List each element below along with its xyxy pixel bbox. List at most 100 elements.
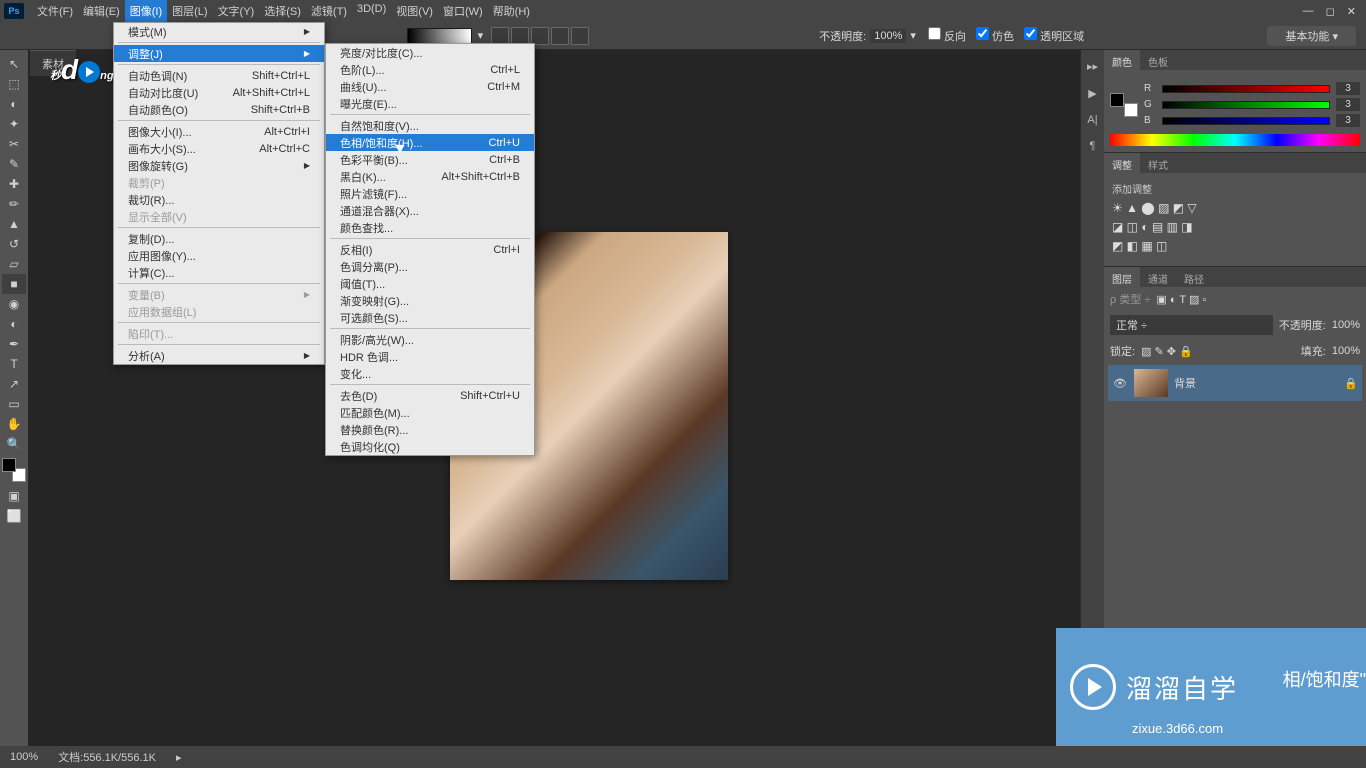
menu-item[interactable]: 渐变映射(G)... xyxy=(326,292,534,309)
visibility-icon[interactable]: 👁 xyxy=(1112,377,1128,390)
menu-item[interactable]: 反相(I)Ctrl+I xyxy=(326,241,534,258)
blue-value[interactable]: 3 xyxy=(1336,114,1360,127)
tab-adjustments[interactable]: 调整 xyxy=(1104,153,1140,173)
reverse-checkbox[interactable]: 反向 xyxy=(928,27,966,44)
green-slider[interactable] xyxy=(1162,101,1330,109)
menu-item[interactable]: 变化... xyxy=(326,365,534,382)
brush-tool[interactable]: ✏ xyxy=(2,194,26,214)
chevron-icon[interactable]: ▸ xyxy=(176,751,182,764)
char-icon[interactable]: A| xyxy=(1087,114,1097,126)
menu-item[interactable]: 替换颜色(R)... xyxy=(326,421,534,438)
history-brush-tool[interactable]: ↺ xyxy=(2,234,26,254)
menu-0[interactable]: 文件(F) xyxy=(32,0,78,22)
menu-1[interactable]: 编辑(E) xyxy=(78,0,125,22)
menu-item[interactable]: 颜色查找... xyxy=(326,219,534,236)
menu-item[interactable]: 阈值(T)... xyxy=(326,275,534,292)
type-tool[interactable]: T xyxy=(2,354,26,374)
menu-item[interactable]: 复制(D)... xyxy=(114,230,324,247)
menu-item[interactable]: 色阶(L)...Ctrl+L xyxy=(326,61,534,78)
zoom-tool[interactable]: 🔍 xyxy=(2,434,26,454)
stamp-tool[interactable]: ▲ xyxy=(2,214,26,234)
menu-item[interactable]: 自动色调(N)Shift+Ctrl+L xyxy=(114,67,324,84)
adjustment-icons-row1[interactable]: ☀ ▲ ⬤ ▨ ◩ ▽ xyxy=(1112,201,1358,215)
menu-item[interactable]: 照片滤镜(F)... xyxy=(326,185,534,202)
gradient-preview[interactable] xyxy=(407,28,472,44)
tab-swatches[interactable]: 色板 xyxy=(1140,50,1176,70)
menu-item[interactable]: 裁切(R)... xyxy=(114,191,324,208)
zoom-level[interactable]: 100% xyxy=(10,751,38,763)
green-value[interactable]: 3 xyxy=(1336,98,1360,111)
lock-icons[interactable]: ▨ ✎ ✥ 🔒 xyxy=(1141,345,1193,358)
menu-item[interactable]: 自动对比度(U)Alt+Shift+Ctrl+L xyxy=(114,84,324,101)
pen-tool[interactable]: ✒ xyxy=(2,334,26,354)
menu-7[interactable]: 3D(D) xyxy=(352,0,391,22)
para-icon[interactable]: ¶ xyxy=(1090,140,1096,152)
crop-tool[interactable]: ✂ xyxy=(2,134,26,154)
menu-8[interactable]: 视图(V) xyxy=(391,0,438,22)
menu-item[interactable]: 图像大小(I)...Alt+Ctrl+I xyxy=(114,123,324,140)
filter-icons[interactable]: ▣ ◐ T ▨ ▫ xyxy=(1156,293,1206,306)
menu-item[interactable]: 匹配颜色(M)... xyxy=(326,404,534,421)
menu-6[interactable]: 滤镜(T) xyxy=(306,0,352,22)
gradient-type-buttons[interactable] xyxy=(491,27,589,45)
blue-slider[interactable] xyxy=(1162,117,1330,125)
minimize-icon[interactable]: — xyxy=(1303,5,1314,18)
menu-item[interactable]: 画布大小(S)...Alt+Ctrl+C xyxy=(114,140,324,157)
move-tool[interactable]: ↖ xyxy=(2,54,26,74)
menu-2[interactable]: 图像(I) xyxy=(125,0,167,22)
menu-10[interactable]: 帮助(H) xyxy=(488,0,535,22)
tab-channels[interactable]: 通道 xyxy=(1140,267,1176,287)
menu-item[interactable]: 阴影/高光(W)... xyxy=(326,331,534,348)
marquee-tool[interactable]: ⬚ xyxy=(2,74,26,94)
dropdown-icon[interactable]: ▾ xyxy=(478,29,484,42)
menu-item[interactable]: 模式(M)▶ xyxy=(114,23,324,40)
menu-item[interactable]: 图像旋转(G)▶ xyxy=(114,157,324,174)
menu-5[interactable]: 选择(S) xyxy=(259,0,306,22)
menu-item[interactable]: 黑白(K)...Alt+Shift+Ctrl+B xyxy=(326,168,534,185)
menu-9[interactable]: 窗口(W) xyxy=(438,0,488,22)
maximize-icon[interactable]: ◻ xyxy=(1326,5,1335,18)
layer-row[interactable]: 👁 背景 🔒 xyxy=(1108,365,1362,401)
close-icon[interactable]: ✕ xyxy=(1347,5,1356,18)
menu-item[interactable]: 色彩平衡(B)...Ctrl+B xyxy=(326,151,534,168)
tab-layers[interactable]: 图层 xyxy=(1104,267,1140,287)
collapse-icon[interactable]: ▸▸ xyxy=(1087,60,1098,73)
layer-fill[interactable]: 100% xyxy=(1332,345,1360,357)
tab-paths[interactable]: 路径 xyxy=(1176,267,1212,287)
menu-item[interactable]: 去色(D)Shift+Ctrl+U xyxy=(326,387,534,404)
adjustment-icons-row3[interactable]: ◩ ◧ ▦ ◫ xyxy=(1112,239,1358,253)
path-tool[interactable]: ↗ xyxy=(2,374,26,394)
dodge-tool[interactable]: ◐ xyxy=(2,314,26,334)
menu-item[interactable]: 计算(C)... xyxy=(114,264,324,281)
menu-item[interactable]: HDR 色调... xyxy=(326,348,534,365)
menu-item[interactable]: 分析(A)▶ xyxy=(114,347,324,364)
hand-tool[interactable]: ✋ xyxy=(2,414,26,434)
menu-item[interactable]: 可选颜色(S)... xyxy=(326,309,534,326)
heal-tool[interactable]: ✚ xyxy=(2,174,26,194)
blur-tool[interactable]: ◉ xyxy=(2,294,26,314)
menu-item[interactable]: 曝光度(E)... xyxy=(326,95,534,112)
quickmask-tool[interactable]: ▣ xyxy=(2,486,26,506)
layer-opacity[interactable]: 100% xyxy=(1332,319,1360,331)
menu-item[interactable]: 应用图像(Y)... xyxy=(114,247,324,264)
shape-tool[interactable]: ▭ xyxy=(2,394,26,414)
screenmode-tool[interactable]: ⬜ xyxy=(2,506,26,526)
eraser-tool[interactable]: ▱ xyxy=(2,254,26,274)
menu-item[interactable]: 色相/饱和度(H)...Ctrl+U xyxy=(326,134,534,151)
transparency-checkbox[interactable]: 透明区域 xyxy=(1024,27,1084,44)
eyedropper-tool[interactable]: ✎ xyxy=(2,154,26,174)
lasso-tool[interactable]: ◐ xyxy=(2,94,26,114)
menu-item[interactable]: 色调均化(Q) xyxy=(326,438,534,455)
layer-thumbnail[interactable] xyxy=(1134,369,1168,397)
spectrum-bar[interactable] xyxy=(1110,134,1360,146)
menu-item[interactable]: 自动颜色(O)Shift+Ctrl+B xyxy=(114,101,324,118)
gradient-tool[interactable]: ■ xyxy=(2,274,26,294)
history-icon[interactable]: ▶ xyxy=(1088,87,1096,100)
workspace-switcher[interactable]: 基本功能 ▾ xyxy=(1267,26,1356,46)
wand-tool[interactable]: ✦ xyxy=(2,114,26,134)
tab-styles[interactable]: 样式 xyxy=(1140,153,1176,173)
menu-item[interactable]: 色调分离(P)... xyxy=(326,258,534,275)
opacity-value[interactable]: 100% xyxy=(870,29,906,43)
menu-3[interactable]: 图层(L) xyxy=(167,0,212,22)
dither-checkbox[interactable]: 仿色 xyxy=(976,27,1014,44)
